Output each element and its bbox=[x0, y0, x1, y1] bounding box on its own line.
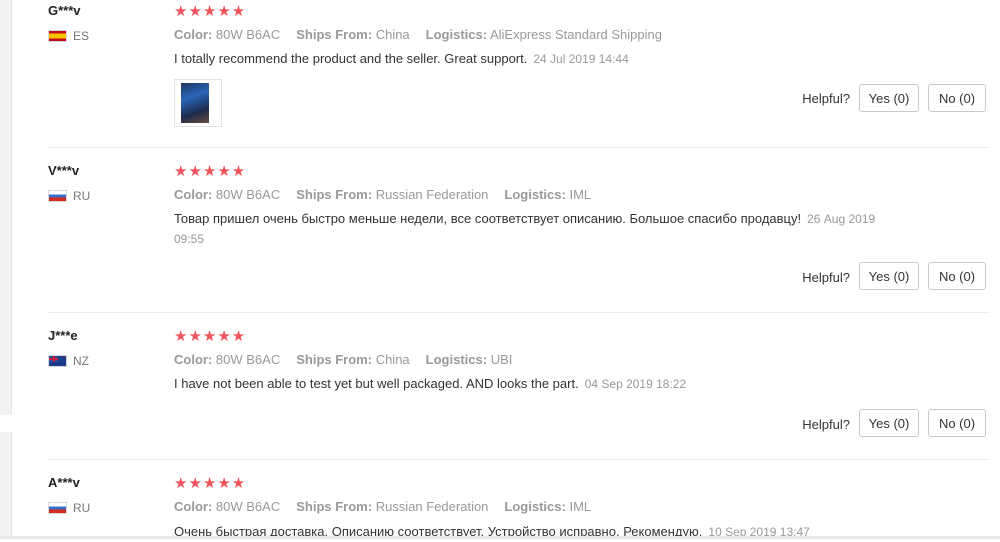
helpful-no-button[interactable]: No (0) bbox=[928, 262, 986, 290]
review-divider bbox=[48, 147, 990, 148]
review-divider bbox=[48, 312, 990, 313]
ships-from-value: Russian Federation bbox=[375, 499, 489, 514]
country-code: RU bbox=[73, 189, 91, 203]
reviewer-country: NZ bbox=[48, 354, 89, 368]
country-code: NZ bbox=[73, 354, 89, 368]
reviewer-country: RU bbox=[48, 501, 90, 515]
flag-es-icon bbox=[48, 30, 67, 42]
ships-from-value: China bbox=[375, 352, 410, 367]
reviewer-name: A***v bbox=[48, 475, 80, 490]
reviewer-name: J***e bbox=[48, 328, 78, 343]
flag-ru-icon bbox=[48, 190, 67, 202]
helpful-yes-button[interactable]: Yes (0) bbox=[859, 84, 919, 112]
review-divider bbox=[48, 459, 990, 460]
color-value: 80W B6AC bbox=[215, 187, 281, 202]
helpful-yes-button[interactable]: Yes (0) bbox=[859, 262, 919, 290]
color-label: Color: bbox=[174, 187, 213, 202]
ships-from-label: Ships From: bbox=[296, 27, 373, 42]
logistics-label: Logistics: bbox=[425, 352, 488, 367]
review-photo-thumbnail[interactable] bbox=[174, 79, 222, 127]
review-attributes: Color: 80W B6AC Ships From: China Logistic… bbox=[174, 27, 662, 42]
left-panel-segment bbox=[0, 0, 12, 415]
ships-from-label: Ships From: bbox=[296, 499, 373, 514]
helpful-no-button[interactable]: No (0) bbox=[928, 84, 986, 112]
color-label: Color: bbox=[174, 27, 213, 42]
review-body: Товар пришел очень быстро меньше недели,… bbox=[174, 211, 802, 226]
color-value: 80W B6AC bbox=[215, 27, 281, 42]
left-panel-segment bbox=[0, 432, 12, 539]
helpful-label: Helpful? bbox=[802, 91, 850, 106]
color-value: 80W B6AC bbox=[215, 352, 281, 367]
flag-nz-icon bbox=[48, 355, 67, 367]
reviewer-name: G***v bbox=[48, 3, 81, 18]
logistics-label: Logistics: bbox=[425, 27, 488, 42]
helpful-label: Helpful? bbox=[802, 417, 850, 432]
review-text: Очень быстрая доставка. Описанию соответ… bbox=[174, 522, 810, 542]
review-text: Товар пришел очень быстро меньше недели,… bbox=[174, 209, 889, 249]
helpful-yes-button[interactable]: Yes (0) bbox=[859, 409, 919, 437]
color-label: Color: bbox=[174, 499, 213, 514]
logistics-value: UBI bbox=[490, 352, 513, 367]
country-code: RU bbox=[73, 501, 91, 515]
ships-from-label: Ships From: bbox=[296, 352, 373, 367]
ships-from-value: Russian Federation bbox=[375, 187, 489, 202]
review-text: I totally recommend the product and the … bbox=[174, 49, 629, 69]
review-date: 24 Jul 2019 14:44 bbox=[533, 52, 629, 66]
star-rating: ★★★★★ bbox=[174, 3, 247, 20]
country-code: ES bbox=[73, 29, 90, 43]
logistics-value: IML bbox=[569, 187, 592, 202]
logistics-value: IML bbox=[569, 499, 592, 514]
color-label: Color: bbox=[174, 352, 213, 367]
reviewer-name: V***v bbox=[48, 163, 80, 178]
star-rating: ★★★★★ bbox=[174, 163, 247, 180]
helpful-label: Helpful? bbox=[802, 270, 850, 285]
reviewer-country: ES bbox=[48, 29, 89, 43]
product-photo bbox=[181, 83, 209, 123]
logistics-value: AliExpress Standard Shipping bbox=[489, 27, 662, 42]
logistics-label: Logistics: bbox=[504, 499, 566, 514]
star-rating: ★★★★★ bbox=[174, 475, 247, 492]
star-rating: ★★★★★ bbox=[174, 328, 247, 345]
logistics-label: Logistics: bbox=[504, 187, 566, 202]
flag-ru-icon bbox=[48, 502, 67, 514]
ships-from-value: China bbox=[375, 27, 410, 42]
ships-from-label: Ships From: bbox=[296, 187, 373, 202]
color-value: 80W B6AC bbox=[215, 499, 281, 514]
review-text: I have not been able to test yet but wel… bbox=[174, 374, 686, 394]
review-attributes: Color: 80W B6AC Ships From: China Logistic… bbox=[174, 352, 512, 367]
left-panel-edge bbox=[0, 0, 14, 539]
helpful-no-button[interactable]: No (0) bbox=[928, 409, 986, 437]
review-date: 04 Sep 2019 18:22 bbox=[584, 377, 687, 391]
review-body: I have not been able to test yet but wel… bbox=[174, 376, 579, 391]
review-attributes: Color: 80W B6AC Ships From: Russian Feder… bbox=[174, 187, 591, 202]
reviewer-country: RU bbox=[48, 189, 90, 203]
review-attributes: Color: 80W B6AC Ships From: Russian Feder… bbox=[174, 499, 591, 514]
review-body: I totally recommend the product and the … bbox=[174, 51, 528, 66]
